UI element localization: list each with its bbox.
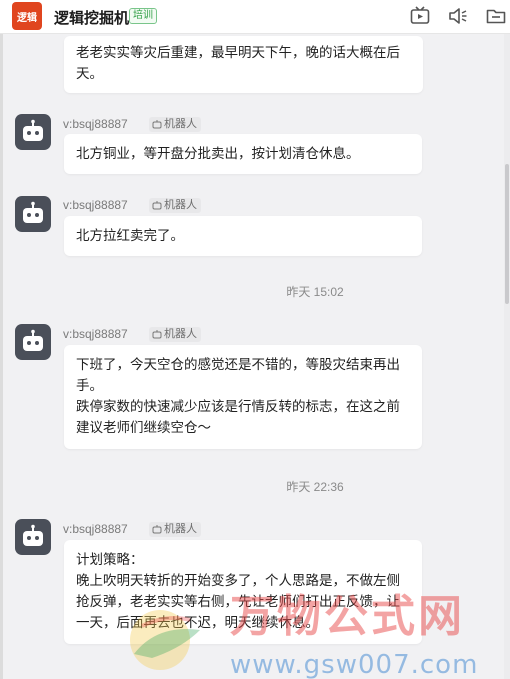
bot-tag-label: 机器人: [164, 328, 197, 340]
message-line: 计划策略：: [76, 552, 144, 567]
speaker-icon[interactable]: [447, 5, 469, 27]
bot-avatar[interactable]: [15, 196, 51, 232]
message-bubble[interactable]: 计划策略： 晚上吹明天转折的开始变多了，个人思路是，不做左侧 抢反弹，老老实实等…: [64, 540, 422, 644]
message-line: 手。: [76, 378, 103, 393]
message-line: 跌停家数的快速减少应该是行情反转的标志，在这之前: [76, 399, 400, 414]
message-bubble[interactable]: 北方铜业，等开盘分批卖出，按计划清仓休息。: [64, 134, 422, 174]
training-badge: 培训: [129, 8, 157, 24]
scrollbar[interactable]: [504, 34, 510, 679]
timestamp: 昨天 15:02: [286, 285, 344, 299]
robot-icon: [23, 201, 43, 223]
sender-name[interactable]: v:bsqj88887: [63, 117, 128, 131]
watermark-url: www.gsw007.com: [230, 650, 479, 679]
robot-icon: [23, 329, 43, 351]
bot-tag-label: 机器人: [164, 118, 197, 130]
sender-name[interactable]: v:bsqj88887: [63, 327, 128, 341]
sender-name[interactable]: v:bsqj88887: [63, 198, 128, 212]
message-line: 北方拉红卖完了。: [76, 228, 184, 243]
bot-avatar[interactable]: [15, 114, 51, 150]
group-avatar-text: 逻辑: [17, 12, 37, 24]
bot-tag: 机器人: [149, 198, 201, 213]
left-rail: [0, 34, 3, 679]
bot-avatar[interactable]: [15, 519, 51, 555]
bot-tag: 机器人: [149, 327, 201, 342]
tv-icon[interactable]: [409, 5, 431, 27]
bot-tag: 机器人: [149, 117, 201, 132]
message-bubble[interactable]: 北方拉红卖完了。: [64, 216, 422, 256]
timestamp: 昨天 22:36: [286, 480, 344, 494]
bot-avatar[interactable]: [15, 324, 51, 360]
message-line: 下班了，今天空仓的感觉还是不错的，等股灾结束再出: [76, 357, 400, 372]
message-line: 晚上吹明天转折的开始变多了，个人思路是，不做左侧: [76, 573, 400, 588]
bot-tag: 机器人: [149, 522, 201, 537]
robot-tag-icon: [152, 330, 162, 339]
bot-tag-label: 机器人: [164, 523, 197, 535]
message-line: 北方铜业，等开盘分批卖出，按计划清仓休息。: [76, 146, 360, 161]
message-line: 老老实实等灾后重建，最早明天下午，晚的话大概在后: [76, 45, 400, 60]
folder-icon[interactable]: [485, 5, 507, 27]
sender-name[interactable]: v:bsqj88887: [63, 522, 128, 536]
robot-tag-icon: [152, 120, 162, 129]
robot-icon: [23, 119, 43, 141]
chat-title: 逻辑挖掘机: [54, 10, 130, 27]
group-avatar: 逻辑: [12, 2, 42, 30]
message-bubble[interactable]: 老老实实等灾后重建，最早明天下午，晚的话大概在后 天。: [64, 36, 423, 93]
message-line: 抢反弹，老老实实等右侧，先让老师们打出正反馈，让: [76, 594, 400, 609]
bot-tag-label: 机器人: [164, 199, 197, 211]
chat-header: 逻辑 逻辑挖掘机 培训: [0, 0, 510, 34]
message-line: 一天，后面再去也不迟，明天继续休息。: [76, 615, 319, 630]
message-line: 建议老师们继续空仓～: [76, 420, 211, 435]
message-bubble[interactable]: 下班了，今天空仓的感觉还是不错的，等股灾结束再出 手。 跌停家数的快速减少应该是…: [64, 345, 422, 449]
robot-icon: [23, 524, 43, 546]
robot-tag-icon: [152, 201, 162, 210]
message-line: 天。: [76, 66, 103, 81]
robot-tag-icon: [152, 525, 162, 534]
